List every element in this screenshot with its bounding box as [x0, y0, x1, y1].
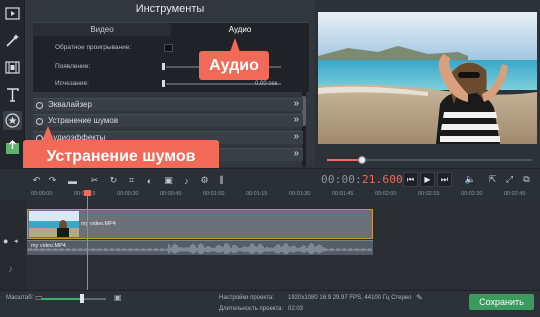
magic-wand-icon[interactable] [3, 31, 22, 50]
timeline-toolbar: ↶ ↷ ▬ ✂ ↻ ⌗ ◐ ▣ ♪ ⚙ ⫼ [0, 168, 540, 190]
section-noise-removal[interactable]: Устранение шумов » [33, 114, 303, 127]
fullscreen-icon[interactable]: ⤢ [504, 174, 515, 185]
settings-value: 1920x1080 16:9 29.97 FPS, 44100 Гц Стере… [288, 295, 412, 301]
music-icon: ♪ [8, 264, 13, 275]
timecode: 00:00:21.600 [321, 173, 403, 186]
eye-icon[interactable]: ● [3, 236, 8, 246]
settings-label: Настройки проекта: [219, 295, 274, 301]
image-icon[interactable]: ▣ [163, 175, 174, 186]
reverse-checkbox[interactable] [164, 44, 173, 52]
ruler-label: 00:02:00 [375, 191, 397, 197]
section-equalizer[interactable]: Эквалайзер » [33, 98, 303, 111]
film-import-icon[interactable] [3, 4, 22, 23]
detach-icon[interactable]: ⧉ [521, 174, 532, 185]
timecode-value: 21.600 [361, 173, 403, 186]
cut-icon[interactable]: ✂ [89, 175, 100, 186]
radio-icon [36, 102, 43, 109]
play-button[interactable]: ▶ [420, 172, 435, 187]
video-clip[interactable]: my video.MP4 [27, 209, 373, 239]
radio-icon [36, 118, 43, 125]
equalizer-icon[interactable]: ⫼ [216, 175, 227, 186]
save-button[interactable]: Сохранить [469, 294, 534, 310]
zoom-slider[interactable] [80, 294, 84, 303]
redo-icon[interactable]: ↷ [47, 175, 58, 186]
left-toolbar [0, 0, 25, 190]
prev-frame-button[interactable]: ⏮ [403, 172, 418, 187]
zoom-fill [42, 298, 82, 300]
export-frame-icon[interactable]: ⇱ [487, 174, 498, 185]
fade-out-value: 0.00 сек [255, 81, 278, 87]
ruler-label: 00:00:45 [160, 191, 182, 197]
text-icon[interactable] [3, 85, 22, 104]
ruler-label: 00:02:15 [418, 191, 440, 197]
expand-icon: » [293, 148, 299, 159]
reverse-label: Обратное проигрывание: [55, 44, 132, 51]
section-label: Эквалайзер [48, 100, 92, 109]
playhead[interactable] [87, 190, 88, 290]
color-icon[interactable]: ◐ [144, 175, 155, 186]
preview-area [315, 0, 540, 168]
playback-knob[interactable] [358, 156, 366, 164]
ruler-label: 00:01:30 [289, 191, 311, 197]
ruler-label: 00:00:00 [31, 191, 53, 197]
expand-icon: » [293, 131, 299, 142]
playhead-handle[interactable] [84, 190, 91, 196]
ruler-label: 00:01:00 [203, 191, 225, 197]
pencil-icon[interactable]: ✎ [416, 293, 423, 302]
callout-audio: Аудио [199, 51, 269, 80]
timecode-prefix: 00:00: [321, 173, 362, 186]
panel-title: Инструменты [135, 3, 205, 15]
delete-icon[interactable]: ▬ [67, 175, 78, 186]
ruler-label: 00:01:15 [246, 191, 268, 197]
fade-in-slider[interactable] [162, 63, 165, 70]
ruler-label: 00:02:45 [504, 191, 526, 197]
tab-video[interactable]: Видео [33, 22, 171, 36]
rotate-icon[interactable]: ↻ [108, 175, 119, 186]
fade-out-label: Исчезание: [55, 80, 89, 87]
mic-icon[interactable]: ♪ [181, 175, 192, 186]
export-icon[interactable] [3, 138, 22, 157]
crop-icon[interactable]: ⌗ [126, 175, 137, 186]
callout-audio-pointer [230, 38, 240, 52]
zoom-label: Масштаб: [6, 295, 34, 301]
audio-waveform [27, 243, 372, 255]
star-icon[interactable] [3, 111, 22, 130]
waveform-path [27, 243, 372, 255]
audio-clip[interactable]: my video.MP4 [27, 240, 373, 255]
expand-icon: » [293, 98, 299, 109]
speaker-icon[interactable]: ◂ [14, 237, 18, 245]
video-preview [318, 12, 537, 144]
tabs: Видео Аудио [33, 22, 309, 36]
undo-icon[interactable]: ↶ [31, 175, 42, 186]
timeline-ruler[interactable]: 00:00:0000:00:1500:00:3000:00:4500:01:00… [25, 190, 540, 200]
settings-icon[interactable]: ⚙ [199, 175, 210, 186]
expand-icon: » [293, 114, 299, 125]
playback-progress [327, 159, 362, 161]
ruler-label: 00:00:30 [117, 191, 139, 197]
ruler-label: 00:01:45 [332, 191, 354, 197]
duration-label: Длительность проекта: [219, 306, 284, 312]
ruler-label: 00:02:30 [461, 191, 483, 197]
duration-value: 02:03 [288, 306, 304, 312]
fade-in-label: Появление: [55, 63, 91, 70]
tab-audio[interactable]: Аудио [171, 22, 309, 36]
fade-out-slider[interactable] [162, 80, 165, 87]
section-label: Устранение шумов [48, 116, 119, 125]
next-frame-button[interactable]: ⏭ [437, 172, 452, 187]
clip-thumbnail [29, 211, 79, 237]
zoom-in-icon[interactable]: ▣ [114, 293, 122, 302]
filmstrip-icon[interactable] [3, 58, 22, 77]
volume-icon[interactable]: 🔈 [465, 174, 476, 185]
track-controls: ● ◂ ♪ [0, 200, 25, 290]
callout-noise-pointer [42, 126, 54, 141]
